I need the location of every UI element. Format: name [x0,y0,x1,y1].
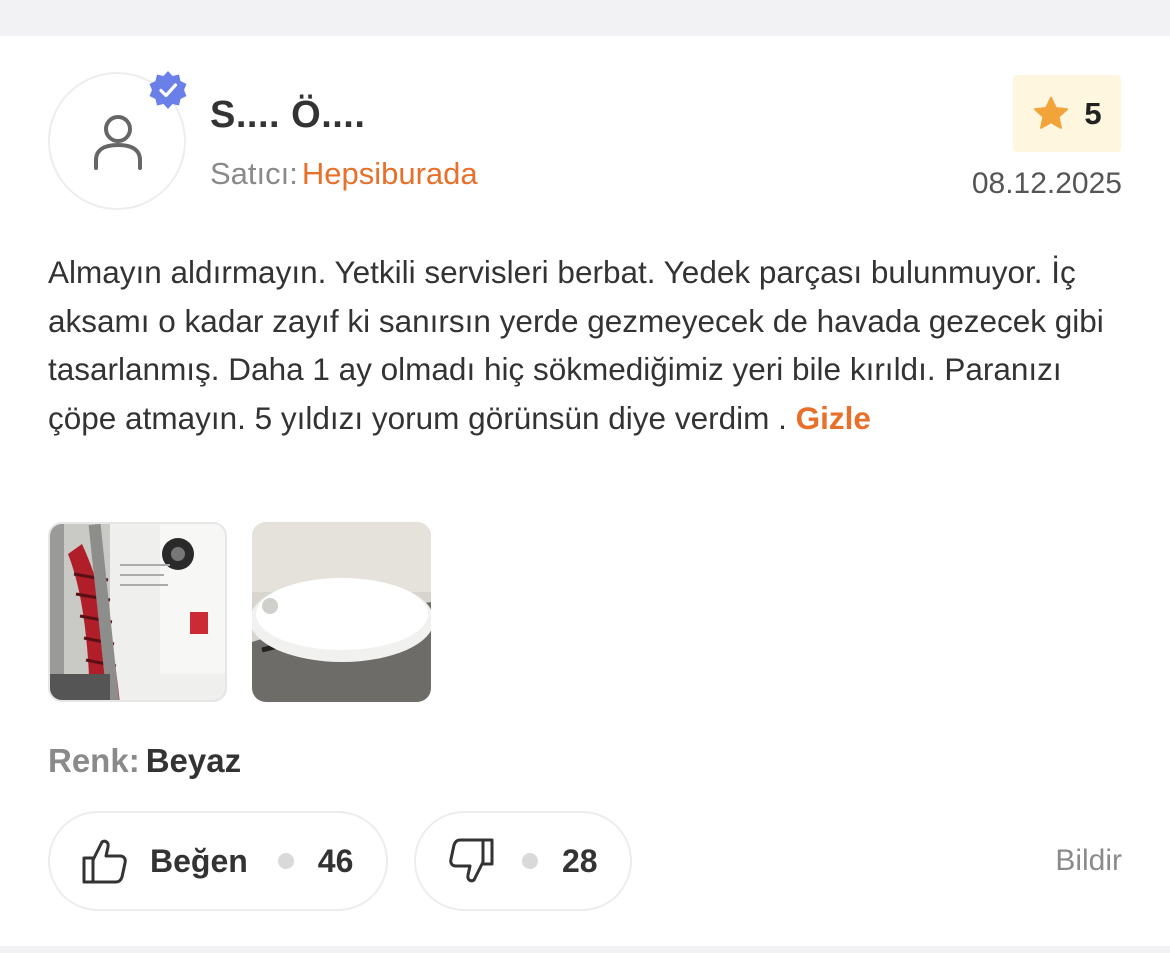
review-video-thumbnail[interactable] [252,522,431,702]
seller-link[interactable]: Hepsiburada [302,156,478,191]
page-bottom-band [0,946,1170,953]
variant-value: Beyaz [145,742,242,779]
review-photo-thumbnail[interactable] [48,522,227,702]
star-icon [1034,96,1069,129]
like-label: Beğen [150,842,248,879]
report-link[interactable]: Bildir [1055,844,1122,878]
photo-thumbnail-image [50,524,225,700]
review-date: 08.12.2025 [971,167,1122,200]
page-top-band [0,0,1170,36]
review-text: Almayın aldırmayın. Yetkili servisleri b… [48,248,1128,442]
thumbs-up-icon [82,839,127,884]
rating-badge: 5 [1013,75,1121,152]
like-count: 46 [317,842,354,879]
like-button[interactable]: Beğen 46 [48,811,388,911]
play-icon [309,579,375,645]
rating-value: 5 [1084,95,1102,131]
reviewer-name: S.... Ö.... [210,94,366,136]
hide-text-link[interactable]: Gizle [796,400,871,436]
dislike-button[interactable]: 28 [414,811,632,911]
variant-label: Renk: [48,742,140,779]
seller-label: Satıcı: [210,156,298,191]
thumbs-down-icon [449,838,494,883]
user-icon [94,115,142,170]
separator-dot [522,853,538,869]
variant-info: Renk: Beyaz [48,742,241,780]
verified-badge-icon [149,71,187,109]
dislike-count: 28 [562,842,598,879]
seller-info: Satıcı: Hepsiburada [210,156,478,192]
review-body: Almayın aldırmayın. Yetkili servisleri b… [48,254,1104,436]
separator-dot [277,853,294,869]
